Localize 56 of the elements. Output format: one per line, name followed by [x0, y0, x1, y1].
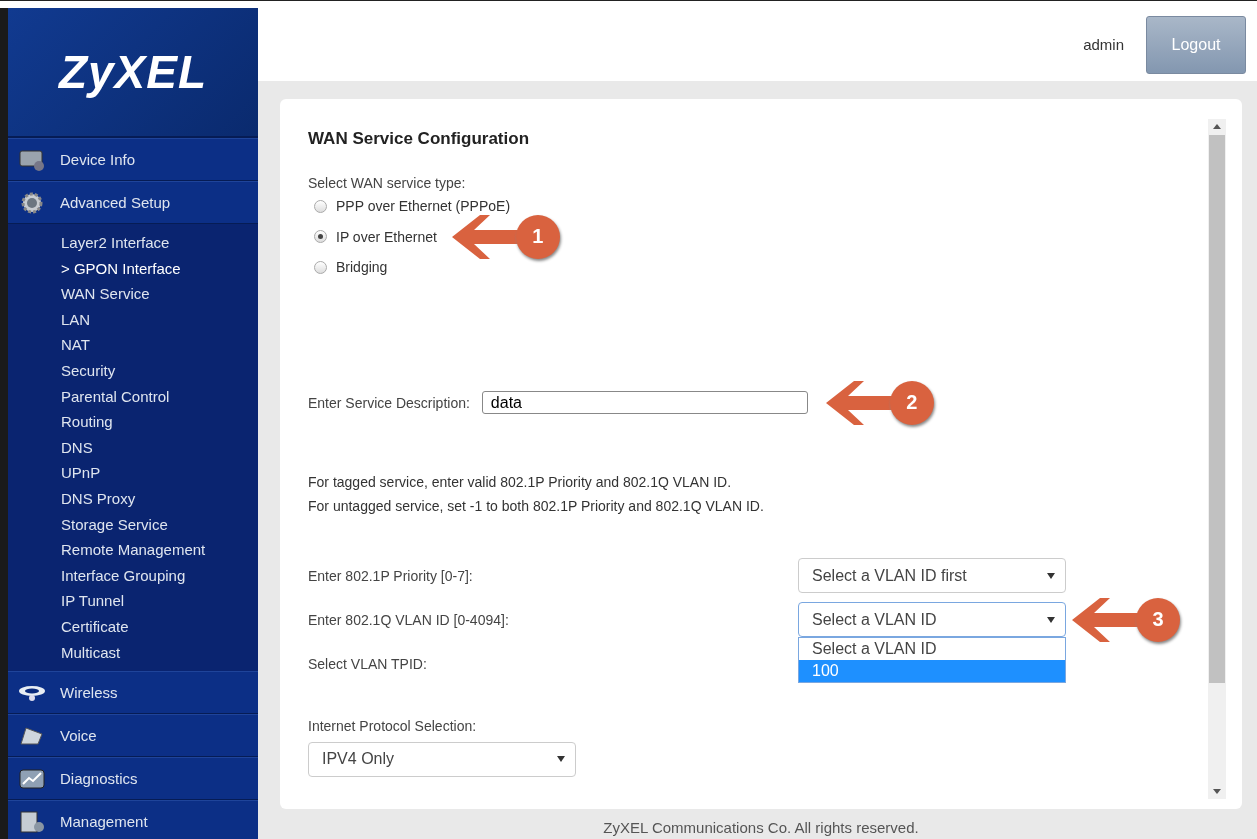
username: admin — [1083, 36, 1124, 53]
radio-button[interactable] — [314, 199, 327, 213]
radio-button[interactable] — [314, 260, 327, 274]
description-field[interactable]: data — [481, 391, 808, 414]
radio-button[interactable] — [314, 230, 327, 244]
sidebar-item[interactable]: Certificate — [61, 613, 258, 640]
field-label: Select VLAN TPID: — [308, 655, 428, 672]
sidebar-item[interactable]: LAN — [61, 306, 258, 333]
caret-icon — [557, 756, 565, 762]
sidebar-section[interactable]: Advanced Setup — [8, 181, 258, 224]
dropdown[interactable]: Select a VLAN ID first — [798, 558, 1066, 593]
field-label: Select WAN service type: — [308, 175, 467, 191]
sidebar-item[interactable]: Routing — [61, 409, 258, 435]
sidebar-item[interactable]: IP Tunnel — [61, 588, 258, 614]
sidebar-item[interactable]: NAT — [61, 332, 258, 358]
sidebar-section[interactable]: Voice — [8, 714, 258, 758]
logo: ZyXEL — [58, 45, 208, 99]
caret-icon — [1047, 616, 1055, 623]
step-number: 2 — [889, 380, 934, 425]
sidebar-item[interactable]: Multicast — [61, 639, 258, 666]
sidebar-item[interactable]: Security — [61, 357, 258, 384]
dropdown-option[interactable]: Select a VLAN ID — [799, 638, 1065, 660]
sidebar-item[interactable]: Parental Control — [61, 383, 258, 410]
sidebar-item[interactable]: WAN Service — [61, 281, 258, 307]
sidebar-section[interactable]: Diagnostics — [8, 757, 258, 801]
page-title: WAN Service Configuration — [308, 129, 531, 149]
dropdown[interactable]: IPV4 Only — [308, 741, 576, 777]
field-label: Enter Service Description: — [308, 394, 470, 411]
field-label: Internet Protocol Selection: — [308, 717, 478, 734]
field-label: Enter 802.1P Priority [0-7]: — [308, 567, 474, 584]
sidebar-section[interactable]: Device Info — [8, 138, 258, 181]
hint-text: For untagged service, set -1 to both 802.1P Priority and 802.1Q VLAN ID. — [308, 496, 765, 516]
sidebar-item[interactable]: Interface Grouping — [61, 562, 258, 589]
radio-label: IP over Ethernet — [336, 228, 437, 245]
sidebar-item[interactable]: Remote Management — [61, 537, 258, 563]
footer-text: ZyXEL Communications Co. All rights reserved. — [602, 818, 920, 836]
hint-text: For tagged service, enter valid 802.1P Priority and 802.1Q VLAN ID. — [308, 472, 733, 492]
field-label: Enter 802.1Q VLAN ID [0-4094]: — [308, 611, 510, 628]
step-number: 3 — [1136, 597, 1180, 642]
sidebar-section[interactable]: Management — [8, 800, 258, 839]
sidebar-item[interactable]: DNS Proxy — [61, 485, 258, 512]
sidebar-item[interactable]: DNS — [61, 434, 258, 461]
server-icon — [18, 809, 46, 834]
radio-label: Bridging — [336, 259, 388, 276]
sidebar-section[interactable]: Wireless — [8, 671, 258, 715]
sidebar-item[interactable]: UPnP — [61, 460, 258, 486]
step-number: 1 — [515, 214, 560, 259]
sidebar-item[interactable]: Storage Service — [61, 511, 258, 538]
radio-label: PPP over Ethernet (PPPoE) — [336, 198, 511, 215]
scrollbar[interactable] — [1208, 119, 1226, 799]
chart-icon — [18, 766, 46, 791]
dropdown[interactable]: Select a VLAN ID — [798, 602, 1066, 637]
caret-icon — [1047, 572, 1055, 579]
sidebar-item[interactable]: > GPON Interface — [61, 255, 258, 282]
monitor-icon — [18, 147, 46, 172]
sidebar-item[interactable]: Layer2 Interface — [61, 230, 258, 256]
